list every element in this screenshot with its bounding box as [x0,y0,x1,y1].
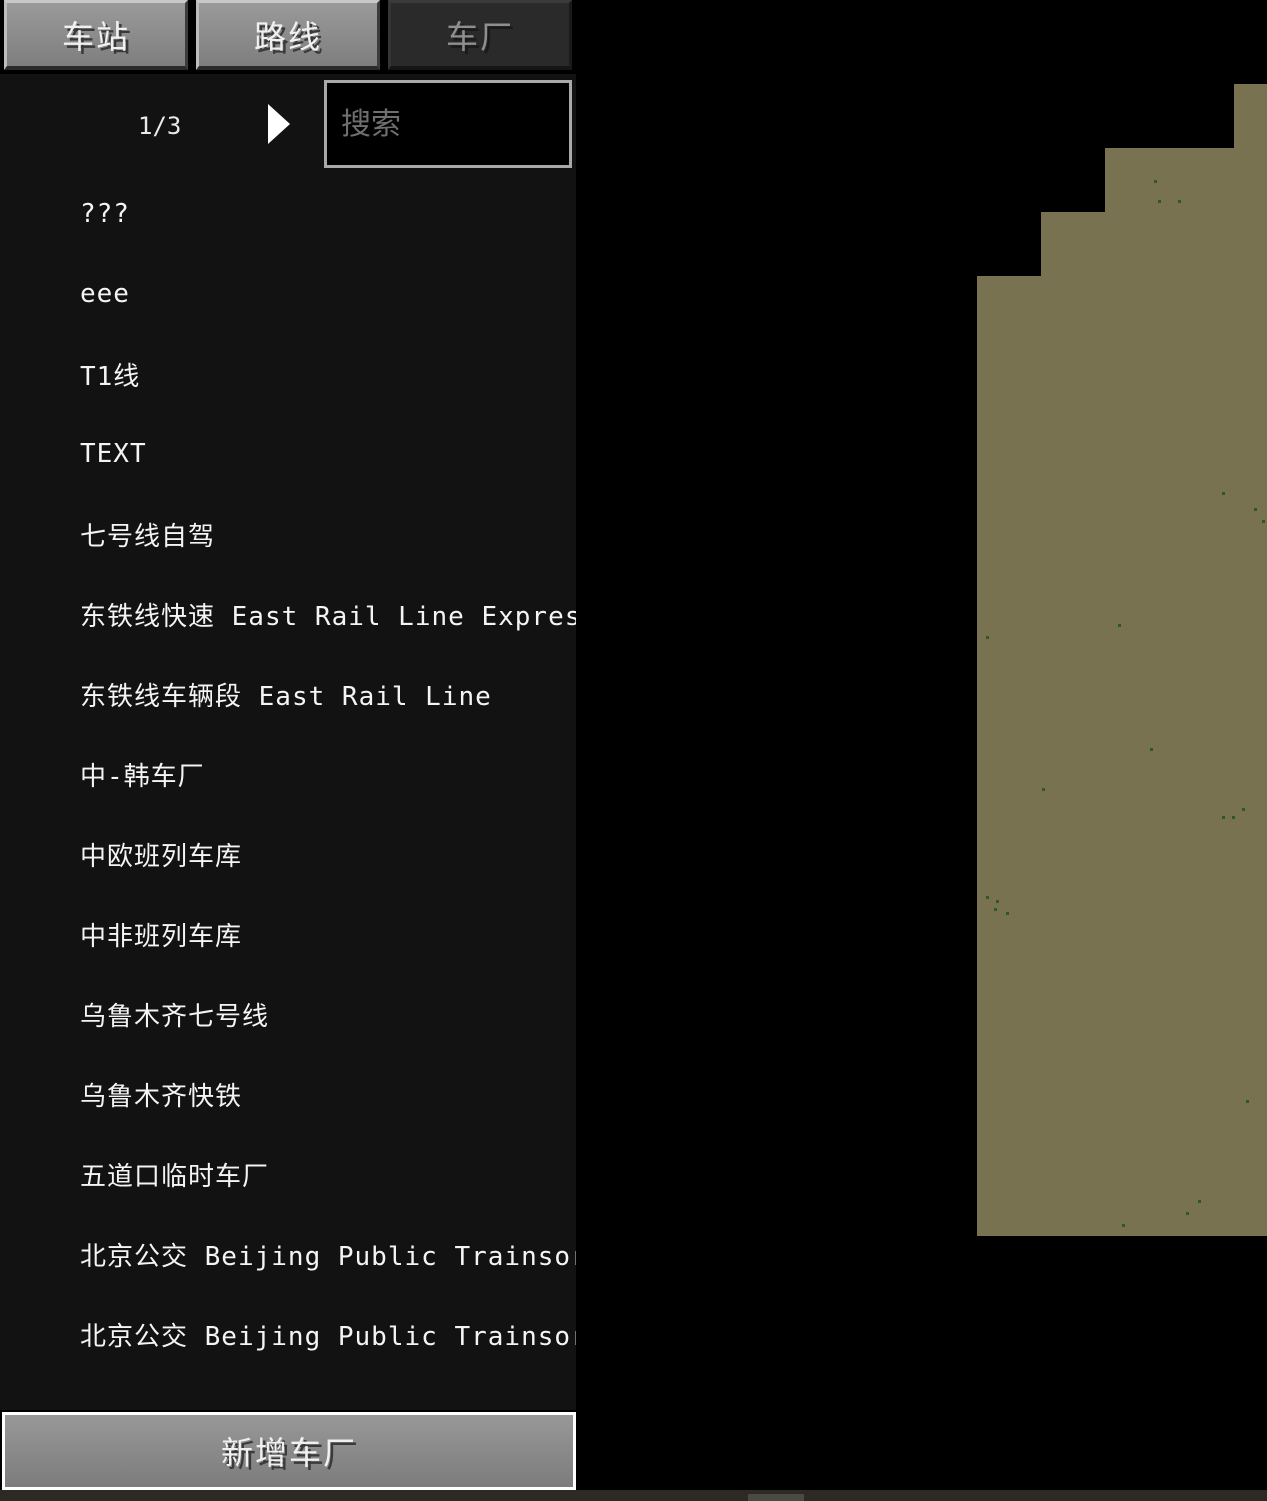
vegetation-speck [1198,1200,1201,1203]
vegetation-speck [1042,788,1045,791]
next-page-arrow-icon[interactable] [268,104,290,144]
list-item[interactable]: 五道口临时车厂 [80,1144,576,1204]
vegetation-speck [1186,1212,1189,1215]
list-item[interactable]: 乌鲁木齐七号线 [80,984,576,1044]
list-item[interactable]: 东铁线快速 East Rail Line Express [80,584,576,644]
vegetation-speck [1150,748,1153,751]
terrain-area [1041,212,1267,276]
vegetation-speck [1222,492,1225,495]
list-item[interactable]: 中-韩车厂 [80,744,576,804]
list-item[interactable]: 北京公交 Beijing Public Trainsort [80,1304,576,1364]
app-window: 车站 路线 车厂 1/3 ??? eee T1线 TEXT 七号线自驾 东铁线快… [0,0,1267,1501]
list-item[interactable]: TEXT [80,424,576,484]
list-item[interactable]: 中非班列车库 [80,904,576,964]
tab-stations[interactable]: 车站 [4,0,188,70]
terrain-area [977,276,1267,1236]
vegetation-speck [1178,200,1181,203]
list-item[interactable]: 东铁线车辆段 East Rail Line [80,664,576,724]
vegetation-speck [1254,508,1257,511]
list-item[interactable]: 北京公交 Beijing Public Trainsort [80,1224,576,1284]
list-item[interactable]: eee [80,264,576,324]
vegetation-speck [1006,912,1009,915]
vegetation-speck [1158,200,1161,203]
terrain-area [1234,84,1267,148]
vegetation-speck [1118,624,1121,627]
vegetation-speck [1262,520,1265,523]
vegetation-speck [1246,1100,1249,1103]
map-view[interactable] [576,0,1267,1490]
list-item[interactable]: ??? [80,184,576,244]
vegetation-speck [996,900,999,903]
vegetation-speck [1232,816,1235,819]
search-input[interactable] [324,80,572,168]
tab-routes[interactable]: 路线 [196,0,380,70]
vegetation-speck [986,896,989,899]
list-item[interactable]: 七号线自驾 [80,504,576,564]
terrain-area [1105,148,1267,212]
vegetation-speck [1242,808,1245,811]
page-indicator: 1/3 [138,112,182,140]
bottom-handle [748,1494,804,1501]
vegetation-speck [1154,180,1157,183]
vegetation-speck [986,636,989,639]
list-item[interactable]: T1线 [80,344,576,404]
vegetation-speck [1222,816,1225,819]
list-item[interactable]: 中欧班列车库 [80,824,576,884]
list-item[interactable]: 乌鲁木齐快铁 [80,1064,576,1124]
vegetation-speck [1122,1224,1125,1227]
add-depot-button[interactable]: 新增车厂 [0,1410,578,1492]
vegetation-speck [994,908,997,911]
bottom-bar [0,1490,1267,1501]
tab-depots[interactable]: 车厂 [388,0,572,70]
